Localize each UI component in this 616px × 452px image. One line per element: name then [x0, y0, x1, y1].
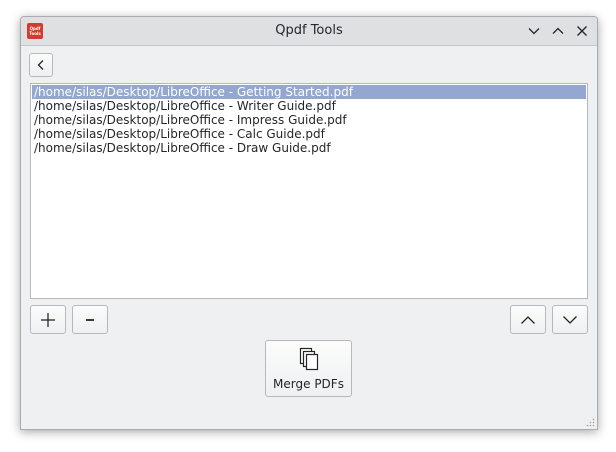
resize-grip-icon[interactable] — [585, 417, 595, 427]
move-down-button[interactable] — [552, 305, 588, 334]
minimize-button[interactable] — [524, 21, 544, 41]
chevron-up-icon — [521, 315, 535, 324]
maximize-button[interactable] — [548, 21, 568, 41]
file-list-item[interactable]: /home/silas/Desktop/LibreOffice - Impres… — [32, 113, 586, 127]
file-list-item[interactable]: /home/silas/Desktop/LibreOffice - Writer… — [32, 99, 586, 113]
minus-icon — [86, 318, 94, 321]
window-title: Qpdf Tools — [275, 23, 343, 38]
merge-pdfs-button[interactable]: Merge PDFs — [265, 340, 352, 397]
maximize-icon — [552, 27, 564, 34]
chevron-left-icon — [37, 60, 44, 70]
file-list-item[interactable]: /home/silas/Desktop/LibreOffice - Calc G… — [32, 127, 586, 141]
plus-icon — [41, 312, 55, 327]
remove-file-button[interactable] — [72, 305, 108, 334]
title-bar[interactable]: Qpdf Tools Qpdf Tools — [21, 17, 597, 46]
file-list-item[interactable]: /home/silas/Desktop/LibreOffice - Draw G… — [32, 141, 586, 155]
copy-documents-icon — [299, 347, 319, 371]
qpdf-tools-window: Qpdf Tools Qpdf Tools /home/silas/Deskto… — [20, 16, 598, 430]
minimize-icon — [528, 28, 540, 35]
add-file-button[interactable] — [30, 305, 66, 334]
close-icon — [577, 26, 587, 36]
file-list-item[interactable]: /home/silas/Desktop/LibreOffice - Gettin… — [32, 85, 586, 99]
move-up-button[interactable] — [510, 305, 546, 334]
back-button[interactable] — [29, 53, 53, 77]
close-button[interactable] — [572, 21, 592, 41]
chevron-down-icon — [563, 315, 577, 324]
merge-pdfs-label: Merge PDFs — [273, 377, 344, 391]
pdf-file-list[interactable]: /home/silas/Desktop/LibreOffice - Gettin… — [30, 83, 588, 299]
